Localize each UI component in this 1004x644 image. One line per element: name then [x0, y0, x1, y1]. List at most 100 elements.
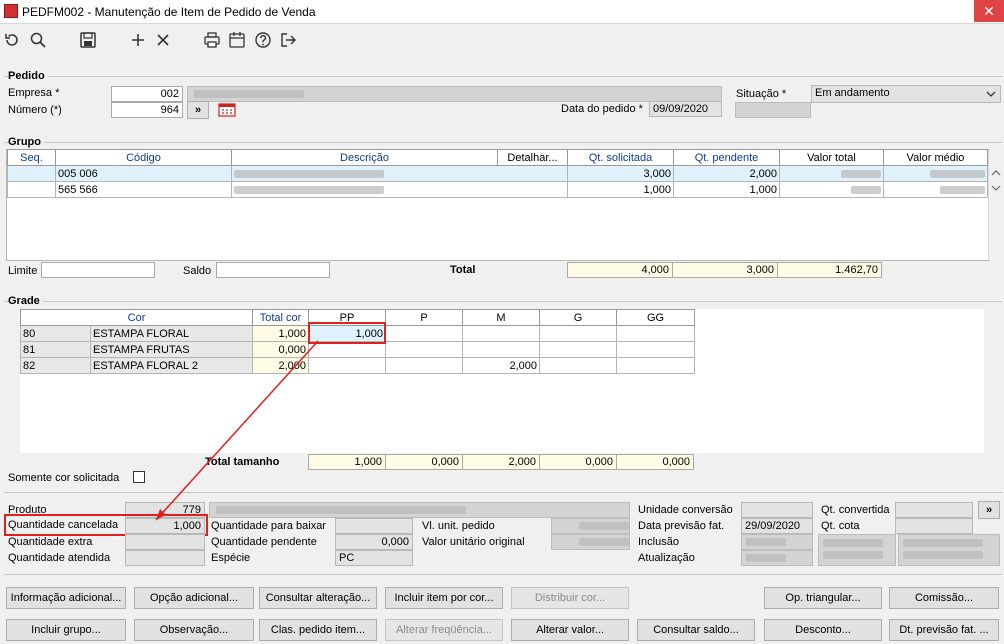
- section-grupo: Grupo: [8, 136, 44, 148]
- dt-previsao-fat-button[interactable]: Dt. previsão fat. ...: [889, 619, 999, 641]
- col-g[interactable]: G: [539, 309, 618, 326]
- cell-gg[interactable]: [616, 357, 696, 374]
- close-button[interactable]: ✕: [974, 0, 1004, 22]
- cell-m[interactable]: [462, 325, 541, 342]
- cell-gg[interactable]: [616, 325, 696, 342]
- col-detalhar[interactable]: Detalhar...: [497, 149, 568, 166]
- col-cor[interactable]: Cor: [19, 309, 254, 326]
- cell-valor-total[interactable]: [779, 165, 884, 182]
- calendar-red-icon[interactable]: [218, 103, 236, 117]
- numero-lookup-button[interactable]: »: [187, 101, 209, 119]
- op-triangular-button[interactable]: Op. triangular...: [764, 587, 882, 609]
- cell-g[interactable]: [539, 325, 618, 342]
- col-seq[interactable]: Seq.: [7, 149, 56, 166]
- col-codigo[interactable]: Código: [55, 149, 232, 166]
- cell-p[interactable]: [385, 325, 464, 342]
- empresa-input[interactable]: 002: [111, 86, 183, 102]
- col-valor-total[interactable]: Valor total: [779, 149, 884, 166]
- atualizacao-field: [741, 550, 813, 566]
- cell-p[interactable]: [385, 341, 464, 358]
- cell-g[interactable]: [539, 341, 618, 358]
- somente-cor-checkbox[interactable]: [133, 471, 145, 483]
- print-icon[interactable]: [202, 30, 222, 50]
- cell-p[interactable]: [385, 357, 464, 374]
- limite-input[interactable]: [41, 262, 155, 278]
- cell-qt-pendente[interactable]: 2,000: [673, 165, 780, 182]
- qtd-pendente-label: Quantidade pendente: [211, 536, 317, 548]
- cell-descricao[interactable]: [231, 165, 568, 182]
- data-pedido-label: Data do pedido *: [561, 103, 643, 115]
- cell-m[interactable]: 2,000: [462, 357, 541, 374]
- col-valor-medio[interactable]: Valor médio: [883, 149, 988, 166]
- refresh-icon[interactable]: [2, 30, 22, 50]
- cell-seq[interactable]: [7, 181, 56, 198]
- qtd-extra-label: Quantidade extra: [8, 536, 93, 548]
- cell-descricao[interactable]: [231, 181, 568, 198]
- clas-pedido-item-button[interactable]: Clas. pedido item...: [259, 619, 377, 641]
- cell-gg[interactable]: [616, 341, 696, 358]
- col-p[interactable]: P: [385, 309, 464, 326]
- col-gg[interactable]: GG: [616, 309, 696, 326]
- help-icon[interactable]: [253, 30, 273, 50]
- total-qt-solicitada: 4,000: [567, 262, 673, 278]
- cell-g[interactable]: [539, 357, 618, 374]
- cell-valor-total[interactable]: [779, 181, 884, 198]
- data-prev-field: 29/09/2020: [741, 518, 813, 534]
- exit-icon[interactable]: [278, 30, 298, 50]
- numero-input[interactable]: 964: [111, 102, 183, 118]
- cell-seq[interactable]: [7, 165, 56, 182]
- incluir-grupo-button[interactable]: Incluir grupo...: [6, 619, 126, 641]
- qtd-baixar-label: Quantidade para baixar: [211, 520, 326, 532]
- cell-codigo[interactable]: 565 566: [55, 181, 232, 198]
- cell-cor-name[interactable]: ESTAMPA FRUTAS: [89, 341, 254, 358]
- cell-qt-solicitada[interactable]: 3,000: [567, 165, 674, 182]
- col-qt-pendente[interactable]: Qt. pendente: [673, 149, 780, 166]
- cell-valor-medio[interactable]: [883, 165, 988, 182]
- consultar-alteracao-button[interactable]: Consultar alteração...: [259, 587, 377, 609]
- saldo-input[interactable]: [216, 262, 330, 278]
- grupo-scrollbar[interactable]: [988, 150, 1002, 260]
- cell-qt-pendente[interactable]: 1,000: [673, 181, 780, 198]
- cancel-icon[interactable]: [153, 30, 173, 50]
- consultar-saldo-button[interactable]: Consultar saldo...: [637, 619, 755, 641]
- cell-total-cor[interactable]: 0,000: [252, 341, 310, 358]
- cell-m[interactable]: [462, 341, 541, 358]
- comissao-button[interactable]: Comissão...: [889, 587, 999, 609]
- chevron-down-icon[interactable]: [985, 88, 997, 100]
- total-valor: 1.462,70: [777, 262, 882, 278]
- alterar-valor-button[interactable]: Alterar valor...: [511, 619, 629, 641]
- col-total-cor[interactable]: Total cor: [252, 309, 310, 326]
- table-row[interactable]: 565 566 1,000 1,000: [7, 181, 988, 198]
- cell-cor-code[interactable]: 81: [20, 341, 91, 358]
- situacao-select[interactable]: Em andamento: [811, 85, 1001, 103]
- table-row[interactable]: 005 006 3,000 2,000: [7, 165, 988, 182]
- cell-total-cor[interactable]: 2,000: [252, 357, 310, 374]
- col-qt-solicitada[interactable]: Qt. solicitada: [567, 149, 674, 166]
- cell-qt-solicitada[interactable]: 1,000: [567, 181, 674, 198]
- alterar-frequencia-button[interactable]: Alterar freqüência...: [385, 619, 503, 641]
- observacao-button[interactable]: Observação...: [134, 619, 254, 641]
- more-details-button[interactable]: »: [978, 501, 1000, 519]
- cell-cor-code[interactable]: 82: [20, 357, 91, 374]
- distribuir-cor-button[interactable]: Distribuir cor...: [511, 587, 629, 609]
- add-icon[interactable]: [128, 30, 148, 50]
- search-icon[interactable]: [28, 30, 48, 50]
- cell-pp[interactable]: [308, 357, 387, 374]
- cell-total-cor[interactable]: 1,000: [252, 325, 310, 342]
- desconto-button[interactable]: Desconto...: [764, 619, 882, 641]
- col-m[interactable]: M: [462, 309, 541, 326]
- cell-valor-medio[interactable]: [883, 181, 988, 198]
- table-row[interactable]: 82 ESTAMPA FLORAL 2 2,000 2,000: [20, 357, 696, 374]
- cell-cor-code[interactable]: 80: [20, 325, 91, 342]
- cell-cor-name[interactable]: ESTAMPA FLORAL 2: [89, 357, 254, 374]
- opcao-adicional-button[interactable]: Opção adicional...: [134, 587, 254, 609]
- save-icon[interactable]: [78, 30, 98, 50]
- cell-codigo[interactable]: 005 006: [55, 165, 232, 182]
- incluir-item-por-cor-button[interactable]: Incluir item por cor...: [385, 587, 503, 609]
- calendar-icon[interactable]: [227, 30, 247, 50]
- total-gg: 0,000: [616, 454, 694, 470]
- qtd-cancelada-field: 1,000: [125, 518, 205, 534]
- col-descricao[interactable]: Descrição: [231, 149, 498, 166]
- informacao-adicional-button[interactable]: Informação adicional...: [6, 587, 126, 609]
- cell-cor-name[interactable]: ESTAMPA FLORAL: [89, 325, 254, 342]
